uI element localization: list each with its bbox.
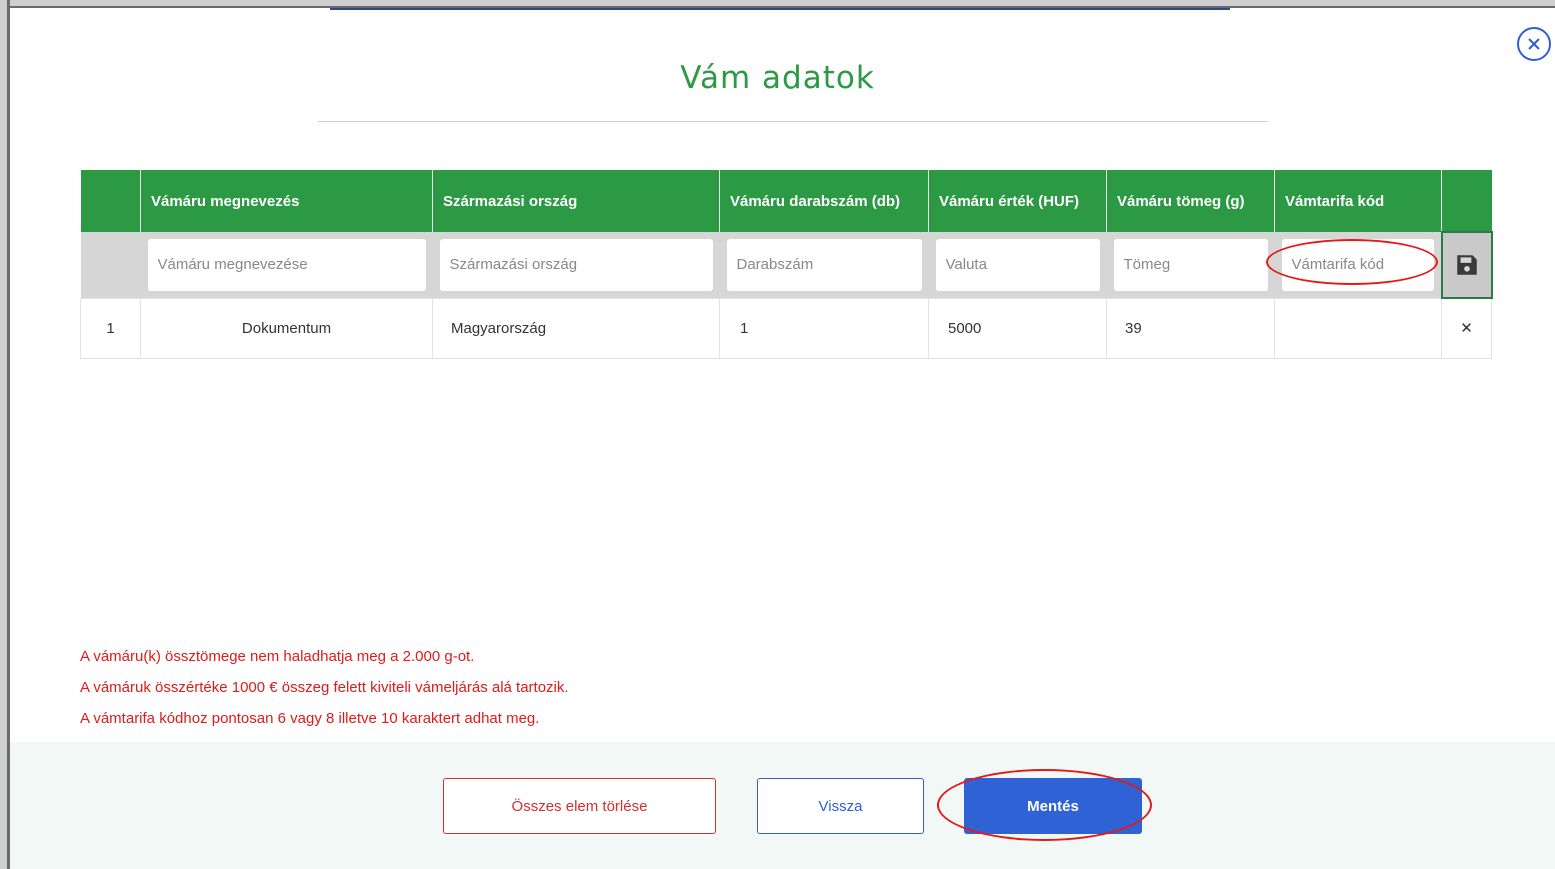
save-row-button[interactable] (1440, 231, 1493, 299)
table-row: 1 Dokumentum Magyarország 1 5000 39 ✕ (80, 297, 1492, 359)
header-country: Származási ország (432, 170, 720, 232)
back-button[interactable]: Vissza (757, 778, 924, 834)
tariff-input[interactable] (1281, 238, 1434, 291)
row-index: 1 (80, 297, 141, 359)
input-index-cell (80, 232, 141, 298)
row-country: Magyarország (432, 297, 720, 359)
x-icon: ✕ (1460, 320, 1473, 338)
header-weight: Vámáru tömeg (g) (1106, 170, 1275, 232)
weight-input[interactable] (1113, 238, 1268, 291)
row-weight: 39 (1106, 297, 1275, 359)
customs-modal (10, 10, 1555, 869)
close-icon (1528, 38, 1540, 50)
title-divider (318, 121, 1268, 122)
validation-notes: A vámáru(k) össztömege nem haladhatja me… (80, 641, 569, 734)
row-value: 5000 (928, 297, 1107, 359)
delete-row-button[interactable]: ✕ (1441, 297, 1492, 359)
header-index (80, 170, 141, 232)
header-actions (1441, 170, 1492, 232)
close-button[interactable] (1517, 27, 1551, 61)
note-weight-limit: A vámáru(k) össztömege nem haladhatja me… (80, 648, 475, 665)
note-value-limit: A vámáruk összértéke 1000 € összeg felet… (80, 679, 569, 696)
table-header-row: Vámáru megnevezés Származási ország Vámá… (80, 170, 1492, 232)
header-tariff: Vámtarifa kód (1274, 170, 1442, 232)
row-tariff (1274, 297, 1442, 359)
note-tariff-length: A vámtarifa kódhoz pontosan 6 vagy 8 ill… (80, 710, 540, 727)
country-input[interactable] (439, 238, 713, 291)
customs-table: Vámáru megnevezés Származási ország Vámá… (80, 170, 1493, 359)
name-input[interactable] (147, 238, 426, 291)
window-top-border (10, 0, 1555, 8)
modal-title: Vám adatok (680, 60, 875, 96)
window-left-border (0, 0, 10, 869)
input-row (80, 231, 1493, 299)
header-name: Vámáru megnevezés (140, 170, 433, 232)
delete-all-button[interactable]: Összes elem törlése (443, 778, 716, 834)
header-count: Vámáru darabszám (db) (719, 170, 929, 232)
save-button[interactable]: Mentés (964, 778, 1142, 834)
row-name: Dokumentum (140, 297, 433, 359)
value-input[interactable] (935, 238, 1100, 291)
header-value: Vámáru érték (HUF) (928, 170, 1107, 232)
floppy-disk-icon (1456, 255, 1477, 275)
row-count: 1 (719, 297, 929, 359)
count-input[interactable] (726, 238, 922, 291)
